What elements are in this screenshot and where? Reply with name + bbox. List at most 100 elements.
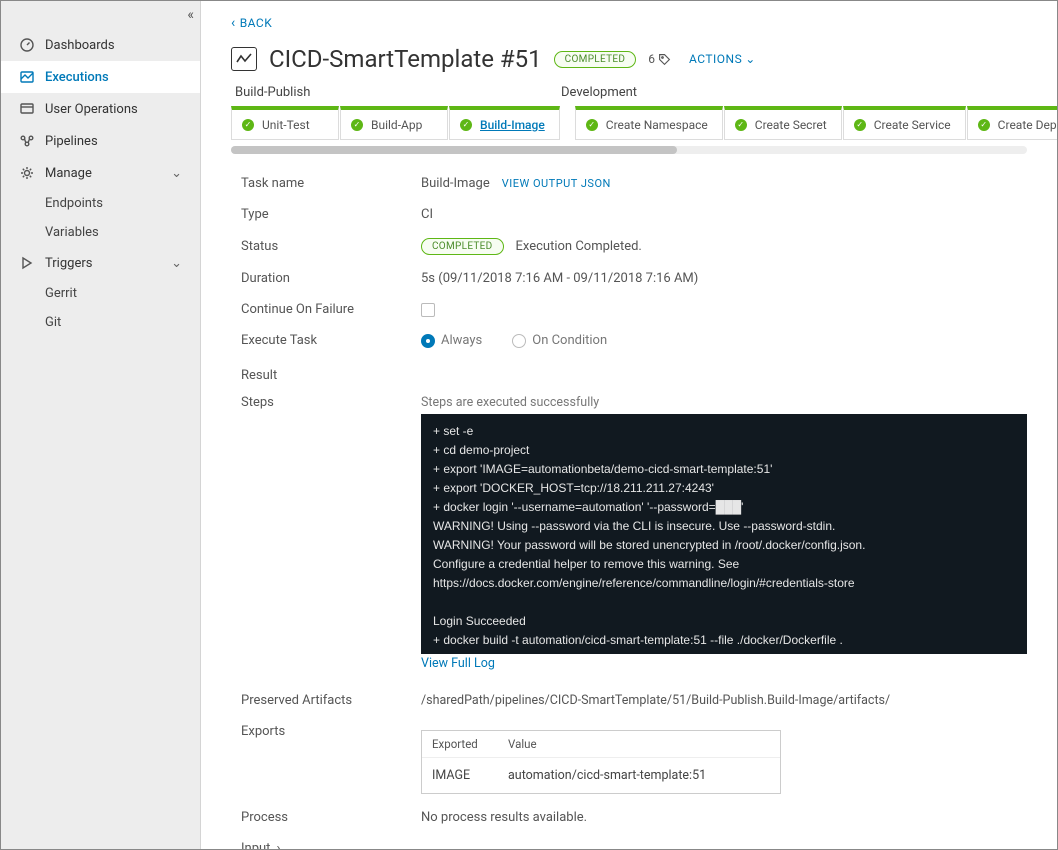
tag-count-value: 6 — [648, 52, 655, 66]
radio-always-label: Always — [441, 333, 482, 348]
process-label: Process — [241, 810, 421, 825]
exec-label: Execute Task — [241, 333, 421, 348]
page-title: CICD-SmartTemplate #51 — [269, 45, 542, 73]
status-label: Status — [241, 239, 421, 254]
check-icon: ✓ — [242, 119, 254, 131]
task-label: Create Service — [874, 118, 951, 132]
exports-head-exported: Exported — [432, 737, 508, 751]
task-label: Create Secret — [755, 118, 827, 132]
sidebar-sub-variables[interactable]: Variables — [1, 218, 200, 247]
task-label: Build-App — [371, 118, 422, 132]
stage-label-build-publish: Build-Publish — [231, 85, 557, 100]
dashboard-icon — [19, 37, 35, 53]
artifacts-label: Preserved Artifacts — [241, 693, 421, 708]
check-icon: ✓ — [735, 119, 747, 131]
executions-icon — [19, 69, 35, 85]
cof-checkbox[interactable] — [421, 303, 435, 317]
exports-table: Exported Value IMAGE automation/cicd-sma… — [421, 730, 781, 794]
task-create-service[interactable]: ✓ Create Service — [843, 106, 966, 140]
task-label: Create Deployment — [998, 118, 1057, 132]
type-value: CI — [421, 207, 1027, 222]
exports-head-value: Value — [508, 737, 537, 751]
stages: Build-Publish Development ✓ Unit-Test ✓ Bu… — [201, 85, 1057, 154]
gear-icon — [19, 165, 35, 181]
sidebar-item-triggers[interactable]: Triggers ⌄ — [1, 247, 200, 279]
radio-always[interactable]: Always — [421, 333, 482, 348]
duration-label: Duration — [241, 271, 421, 286]
user-ops-icon — [19, 101, 35, 117]
task-label: Unit-Test — [262, 118, 310, 132]
type-label: Type — [241, 207, 421, 222]
input-label: Input — [241, 841, 270, 849]
cof-label: Continue On Failure — [241, 302, 421, 317]
result-section-title: Result — [241, 356, 1027, 387]
sidebar-sub-git[interactable]: Git — [1, 308, 200, 337]
view-full-log-link[interactable]: View Full Log — [421, 656, 495, 671]
check-icon: ✓ — [586, 119, 598, 131]
pipelines-icon — [19, 133, 35, 149]
task-create-secret[interactable]: ✓ Create Secret — [724, 106, 842, 140]
duration-value: 5s (09/11/2018 7:16 AM - 09/11/2018 7:16… — [421, 271, 1027, 286]
actions-label: ACTIONS — [689, 52, 742, 66]
task-build-image[interactable]: ✓ Build-Image — [449, 106, 560, 140]
view-output-json-link[interactable]: VIEW OUTPUT JSON — [502, 177, 611, 190]
chevron-down-icon: ⌄ — [745, 52, 756, 66]
chevron-right-icon: › — [276, 841, 280, 849]
exports-key: IMAGE — [432, 768, 508, 783]
sidebar-item-dashboards[interactable]: Dashboards — [1, 29, 200, 61]
back-button[interactable]: BACK — [231, 16, 272, 30]
scroll-thumb[interactable] — [231, 146, 677, 154]
sidebar-item-executions[interactable]: Executions — [1, 61, 200, 93]
sidebar: « Dashboards Executions User Operations — [1, 1, 201, 849]
status-badge: COMPLETED — [554, 51, 637, 68]
actions-dropdown[interactable]: ACTIONS ⌄ — [689, 52, 756, 66]
check-icon: ✓ — [854, 119, 866, 131]
task-build-app[interactable]: ✓ Build-App — [340, 106, 448, 140]
radio-oncond-label: On Condition — [532, 333, 607, 348]
sidebar-item-pipelines[interactable]: Pipelines — [1, 125, 200, 157]
artifacts-path: /sharedPath/pipelines/CICD-SmartTemplate… — [421, 693, 1027, 708]
tag-count[interactable]: 6 — [648, 52, 671, 66]
task-label: Build-Image — [480, 118, 545, 132]
status-badge: COMPLETED — [421, 238, 504, 255]
sidebar-item-label: Manage — [45, 166, 92, 181]
sidebar-item-label: User Operations — [45, 102, 138, 117]
chevron-down-icon: ⌄ — [171, 166, 182, 181]
input-section-toggle[interactable]: Input › — [241, 841, 280, 849]
stage-scrollbar[interactable] — [231, 146, 1027, 154]
task-create-deployment[interactable]: ✓ Create Deployment — [967, 106, 1057, 140]
sidebar-collapse-icon[interactable]: « — [187, 7, 194, 23]
sidebar-sub-endpoints[interactable]: Endpoints — [1, 189, 200, 218]
sidebar-item-manage[interactable]: Manage ⌄ — [1, 157, 200, 189]
steps-label: Steps — [241, 395, 421, 410]
sidebar-item-label: Executions — [45, 70, 109, 85]
check-icon: ✓ — [460, 119, 472, 131]
back-link-wrap: BACK — [201, 1, 1057, 43]
check-icon: ✓ — [978, 119, 990, 131]
triggers-icon — [19, 255, 35, 271]
sidebar-item-label: Dashboards — [45, 38, 115, 53]
sidebar-sub-gerrit[interactable]: Gerrit — [1, 279, 200, 308]
sidebar-item-label: Pipelines — [45, 134, 98, 149]
nav-list: Dashboards Executions User Operations Pi… — [1, 1, 200, 337]
chevron-down-icon: ⌄ — [171, 256, 182, 271]
exports-label: Exports — [241, 724, 421, 739]
sidebar-item-user-operations[interactable]: User Operations — [1, 93, 200, 125]
task-name-value: Build-Image — [421, 176, 490, 191]
tag-icon — [658, 53, 671, 66]
main-content: BACK CICD-SmartTemplate #51 COMPLETED 6 … — [201, 1, 1057, 849]
task-unit-test[interactable]: ✓ Unit-Test — [231, 106, 339, 140]
stage-label-development: Development — [557, 85, 883, 100]
radio-oncondition[interactable]: On Condition — [512, 333, 607, 348]
sidebar-item-label: Triggers — [45, 256, 92, 271]
process-message: No process results available. — [421, 810, 1027, 825]
check-icon: ✓ — [351, 119, 363, 131]
exports-value: automation/cicd-smart-template:51 — [508, 768, 706, 783]
page-header: CICD-SmartTemplate #51 COMPLETED 6 ACTIO… — [201, 43, 1057, 85]
status-text: Execution Completed. — [516, 239, 642, 254]
task-details: Task name Build-Image VIEW OUTPUT JSON T… — [201, 154, 1057, 849]
exports-row: IMAGE automation/cicd-smart-template:51 — [422, 757, 780, 793]
pipeline-icon — [231, 47, 257, 71]
task-create-namespace[interactable]: ✓Create Namespace — [575, 106, 723, 140]
console-output: + set -e + cd demo-project + export 'IMA… — [421, 414, 1027, 654]
